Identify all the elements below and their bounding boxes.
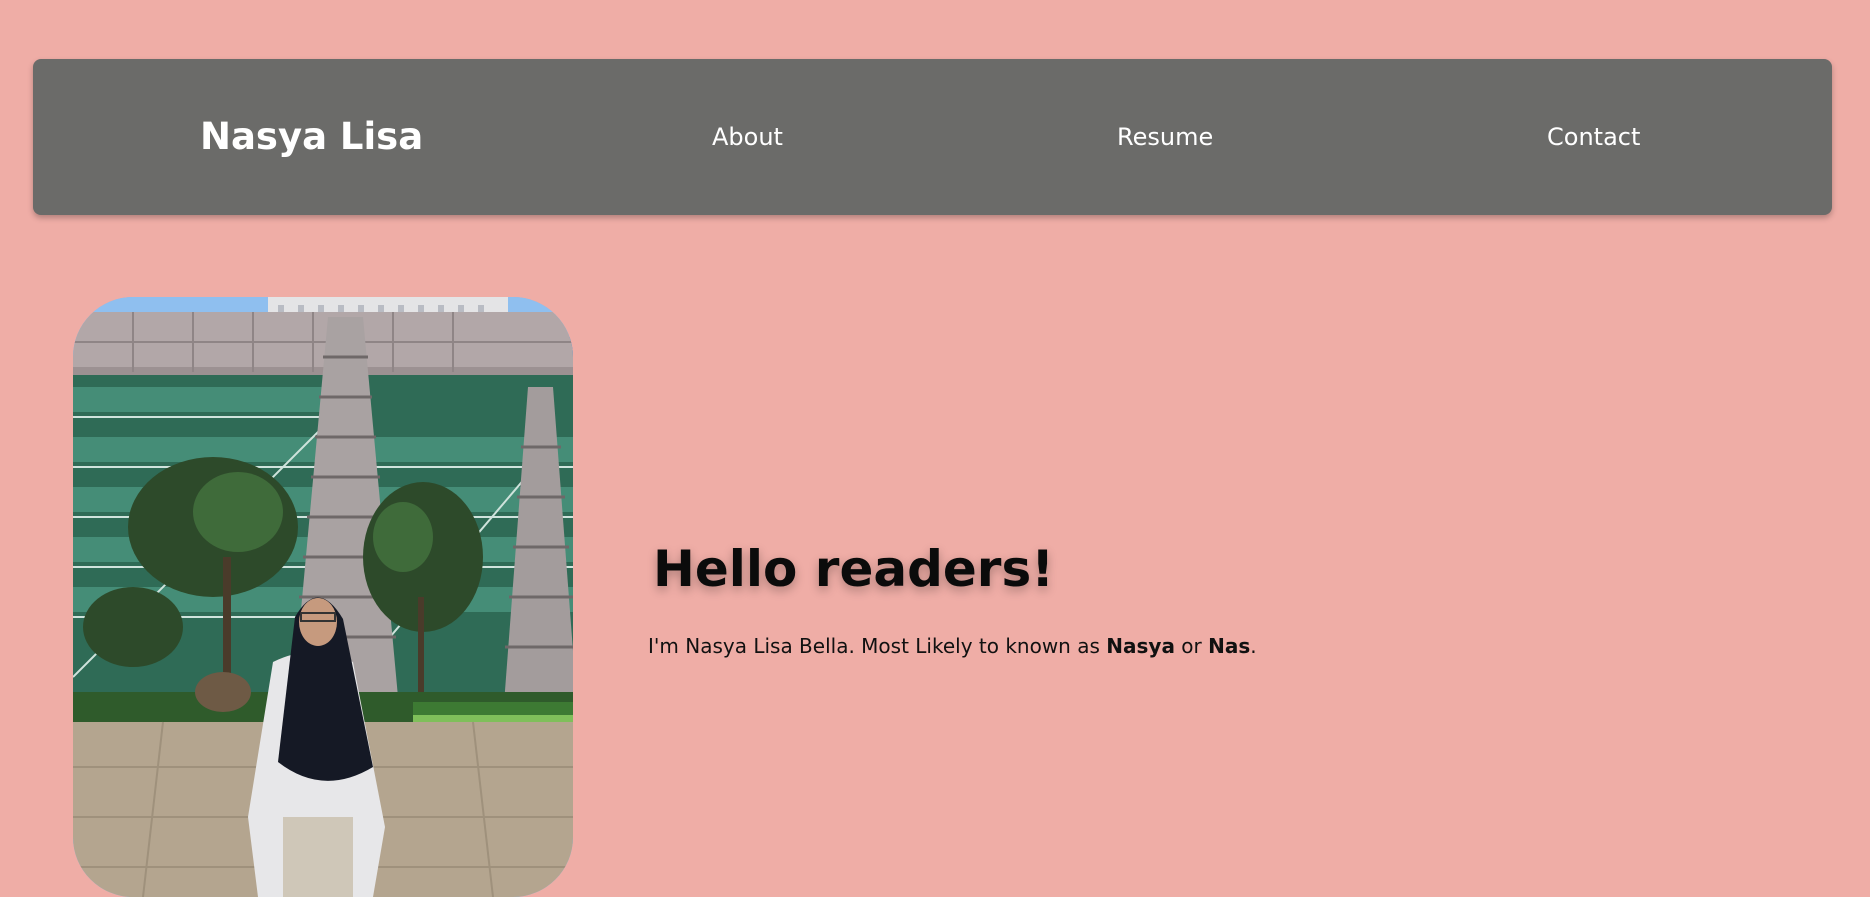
nav-link-contact[interactable]: Contact <box>1547 59 1640 215</box>
nickname-nasya: Nasya <box>1106 634 1175 658</box>
nav-link-resume[interactable]: Resume <box>1117 59 1213 215</box>
hero-intro-text: I'm Nasya Lisa Bella. Most Likely to kno… <box>648 634 1257 658</box>
top-navbar: Nasya Lisa About Resume Contact <box>33 59 1832 215</box>
brand-logo-link[interactable]: Nasya Lisa <box>200 59 423 215</box>
hero-heading: Hello readers! <box>653 540 1055 598</box>
nav-link-about[interactable]: About <box>712 59 783 215</box>
intro-middle: or <box>1174 634 1209 658</box>
nickname-nas: Nas <box>1208 634 1251 658</box>
intro-prefix: I'm Nasya Lisa Bella. Most Likely to kno… <box>648 634 1107 658</box>
profile-photo <box>73 297 573 897</box>
intro-suffix: . <box>1250 634 1257 658</box>
